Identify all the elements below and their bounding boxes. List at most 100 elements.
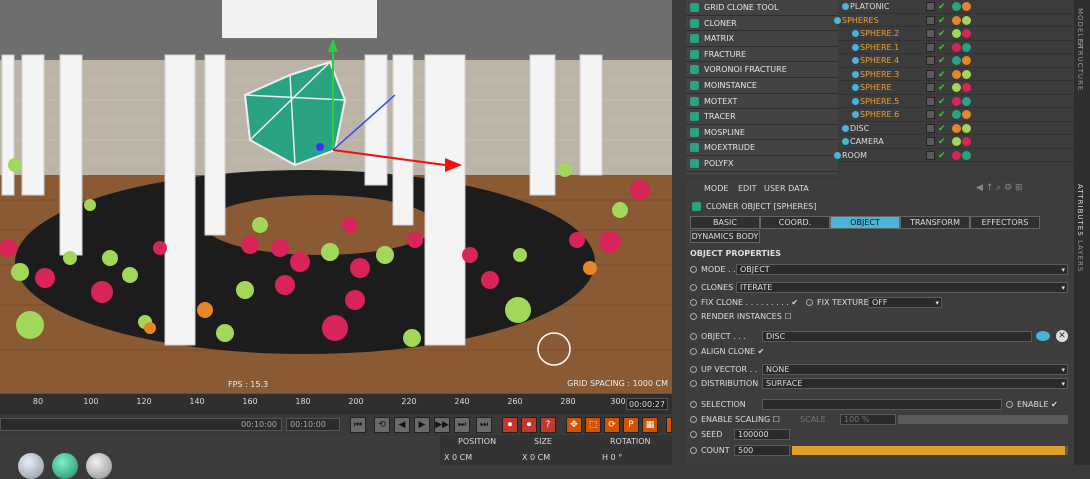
tag-icon[interactable] <box>962 69 971 79</box>
enabled-check-icon[interactable]: ✔ <box>938 42 946 55</box>
tag-icon[interactable] <box>962 123 971 133</box>
menu-mode[interactable]: MODE <box>704 184 728 193</box>
end-time-field[interactable]: 00:10:00 <box>286 418 340 431</box>
menu-item-moextrude[interactable]: MOEXTRUDE <box>686 140 838 156</box>
visibility-toggle[interactable] <box>926 69 935 79</box>
object-row[interactable]: SPHERE.2 ✔ <box>838 27 1074 41</box>
anim-dot-icon[interactable] <box>806 299 813 306</box>
tag-icon[interactable] <box>962 56 971 65</box>
enabled-check-icon[interactable]: ✔ <box>938 96 946 109</box>
distribution-select[interactable]: SURFACE <box>762 378 1068 389</box>
nav-arrows-icon[interactable]: ◀ ↑ ⌕ ⚙ ⊞ <box>976 183 1023 193</box>
visibility-toggle[interactable] <box>926 137 935 146</box>
material-swatch[interactable] <box>52 453 78 479</box>
object-row[interactable]: SPHERES ✔ <box>834 14 1074 28</box>
record-scale-button[interactable]: ⬚ <box>585 417 601 433</box>
object-row[interactable]: SPHERE.5 ✔ <box>838 95 1074 109</box>
record-parameter-button[interactable]: P <box>623 417 639 433</box>
next-frame-button[interactable]: ▶▶ <box>434 417 450 433</box>
tag-icon[interactable] <box>962 29 971 38</box>
up-vector-select[interactable]: NONE <box>762 364 1068 375</box>
anim-dot-icon[interactable] <box>690 380 697 387</box>
tag-icon[interactable] <box>962 2 971 11</box>
tag-icon[interactable] <box>952 42 961 52</box>
visibility-toggle[interactable] <box>926 2 935 11</box>
visibility-toggle[interactable] <box>926 83 935 92</box>
tag-icon[interactable] <box>952 2 961 11</box>
menu-item-cloner[interactable]: CLONER <box>686 16 838 32</box>
visibility-toggle[interactable] <box>926 56 935 65</box>
record-button[interactable]: ⏺ <box>502 417 518 433</box>
object-row[interactable]: PLATONIC ✔ <box>838 0 1074 14</box>
current-time-field[interactable]: 00:00:27 <box>626 398 668 410</box>
tab-coord[interactable]: COORD. <box>760 216 830 229</box>
tag-icon[interactable] <box>952 110 961 119</box>
enabled-check-icon[interactable]: ✔ <box>938 1 946 14</box>
anim-dot-icon[interactable] <box>690 313 697 320</box>
link-clear-icon[interactable]: ✕ <box>1056 330 1068 342</box>
tag-icon[interactable] <box>952 150 961 160</box>
size-x-field[interactable]: X 0 CM <box>522 453 550 462</box>
menu-item-fracture[interactable]: FRACTURE <box>686 47 838 63</box>
tag-icon[interactable] <box>952 15 961 25</box>
menu-item-matrix[interactable]: MATRIX <box>686 31 838 47</box>
enabled-check-icon[interactable]: ✔ <box>938 55 946 68</box>
object-row[interactable]: SPHERE.1 ✔ <box>838 41 1074 55</box>
menu-item-tracer[interactable]: TRACER <box>686 109 838 125</box>
enabled-check-icon[interactable]: ✔ <box>938 15 946 28</box>
position-x-field[interactable]: X 0 CM <box>444 453 472 462</box>
menu-item-mospline[interactable]: MOSPLINE <box>686 125 838 141</box>
menu-edit[interactable]: EDIT <box>738 184 756 193</box>
object-row[interactable]: DISC ✔ <box>838 122 1074 136</box>
timeline-button[interactable] <box>666 417 672 433</box>
anim-dot-icon[interactable] <box>690 431 697 438</box>
tab-structure[interactable]: STRUCTURE <box>1076 40 1084 91</box>
tab-effectors[interactable]: EFFECTORS <box>970 216 1040 229</box>
visibility-toggle[interactable] <box>926 29 935 38</box>
anim-dot-icon[interactable] <box>690 266 697 273</box>
enabled-check-icon[interactable]: ✔ <box>938 69 946 82</box>
object-row[interactable]: SPHERE.4 ✔ <box>838 54 1074 68</box>
tag-icon[interactable] <box>962 42 971 52</box>
tag-icon[interactable] <box>962 150 971 160</box>
count-field[interactable]: 500 <box>734 445 790 456</box>
tag-icon[interactable] <box>962 96 971 106</box>
visibility-toggle[interactable] <box>926 96 935 106</box>
menu-item-motext[interactable]: MOTEXT <box>686 94 838 110</box>
enabled-check-icon[interactable]: ✔ <box>938 123 946 136</box>
tag-icon[interactable] <box>952 123 961 133</box>
menu-item-voronoi-fracture[interactable]: VORONOI FRACTURE <box>686 62 838 78</box>
menu-item-moinstance[interactable]: MOINSTANCE <box>686 78 838 94</box>
autokey-button[interactable]: ⏺ <box>521 417 537 433</box>
anim-dot-icon[interactable] <box>1006 401 1013 408</box>
object-row[interactable]: SPHERE ✔ <box>838 81 1074 95</box>
record-rotation-button[interactable]: ⟳ <box>604 417 620 433</box>
menu-item-polyfx[interactable]: POLYFX <box>686 156 838 172</box>
menu-user-data[interactable]: USER DATA <box>764 184 809 193</box>
anim-dot-icon[interactable] <box>690 299 697 306</box>
tag-icon[interactable] <box>952 56 961 65</box>
timeline-ruler[interactable]: 80 100 120 140 160 180 200 220 240 260 2… <box>0 393 672 413</box>
anim-dot-icon[interactable] <box>690 284 697 291</box>
enabled-check-icon[interactable]: ✔ <box>938 150 946 163</box>
rotation-h-field[interactable]: H 0 ° <box>602 453 622 462</box>
anim-dot-icon[interactable] <box>690 333 697 340</box>
prev-key-button[interactable]: ⟲ <box>374 417 390 433</box>
seed-field[interactable]: 100000 <box>734 429 790 440</box>
visibility-toggle[interactable] <box>926 110 935 119</box>
keyframe-selection-button[interactable]: ? <box>540 417 556 433</box>
enabled-check-icon[interactable]: ✔ <box>938 109 946 122</box>
goto-end-button[interactable]: ⏭ <box>476 417 492 433</box>
object-link-field[interactable]: DISC <box>762 331 1032 342</box>
object-row[interactable]: SPHERE.6 ✔ <box>838 108 1074 122</box>
enabled-check-icon[interactable]: ✔ <box>938 82 946 95</box>
enabled-check-icon[interactable]: ✔ <box>938 28 946 41</box>
scale-slider[interactable] <box>898 415 1068 424</box>
material-swatch[interactable] <box>86 453 112 479</box>
tab-attributes[interactable]: ATTRIBUTES <box>1076 184 1084 237</box>
menu-item-grid-clone-tool[interactable]: GRID CLONE TOOL <box>686 0 838 16</box>
tab-object[interactable]: OBJECT <box>830 216 900 229</box>
material-swatch[interactable] <box>18 453 44 479</box>
visibility-toggle[interactable] <box>926 15 935 25</box>
scale-field[interactable]: 100 % <box>840 414 896 425</box>
